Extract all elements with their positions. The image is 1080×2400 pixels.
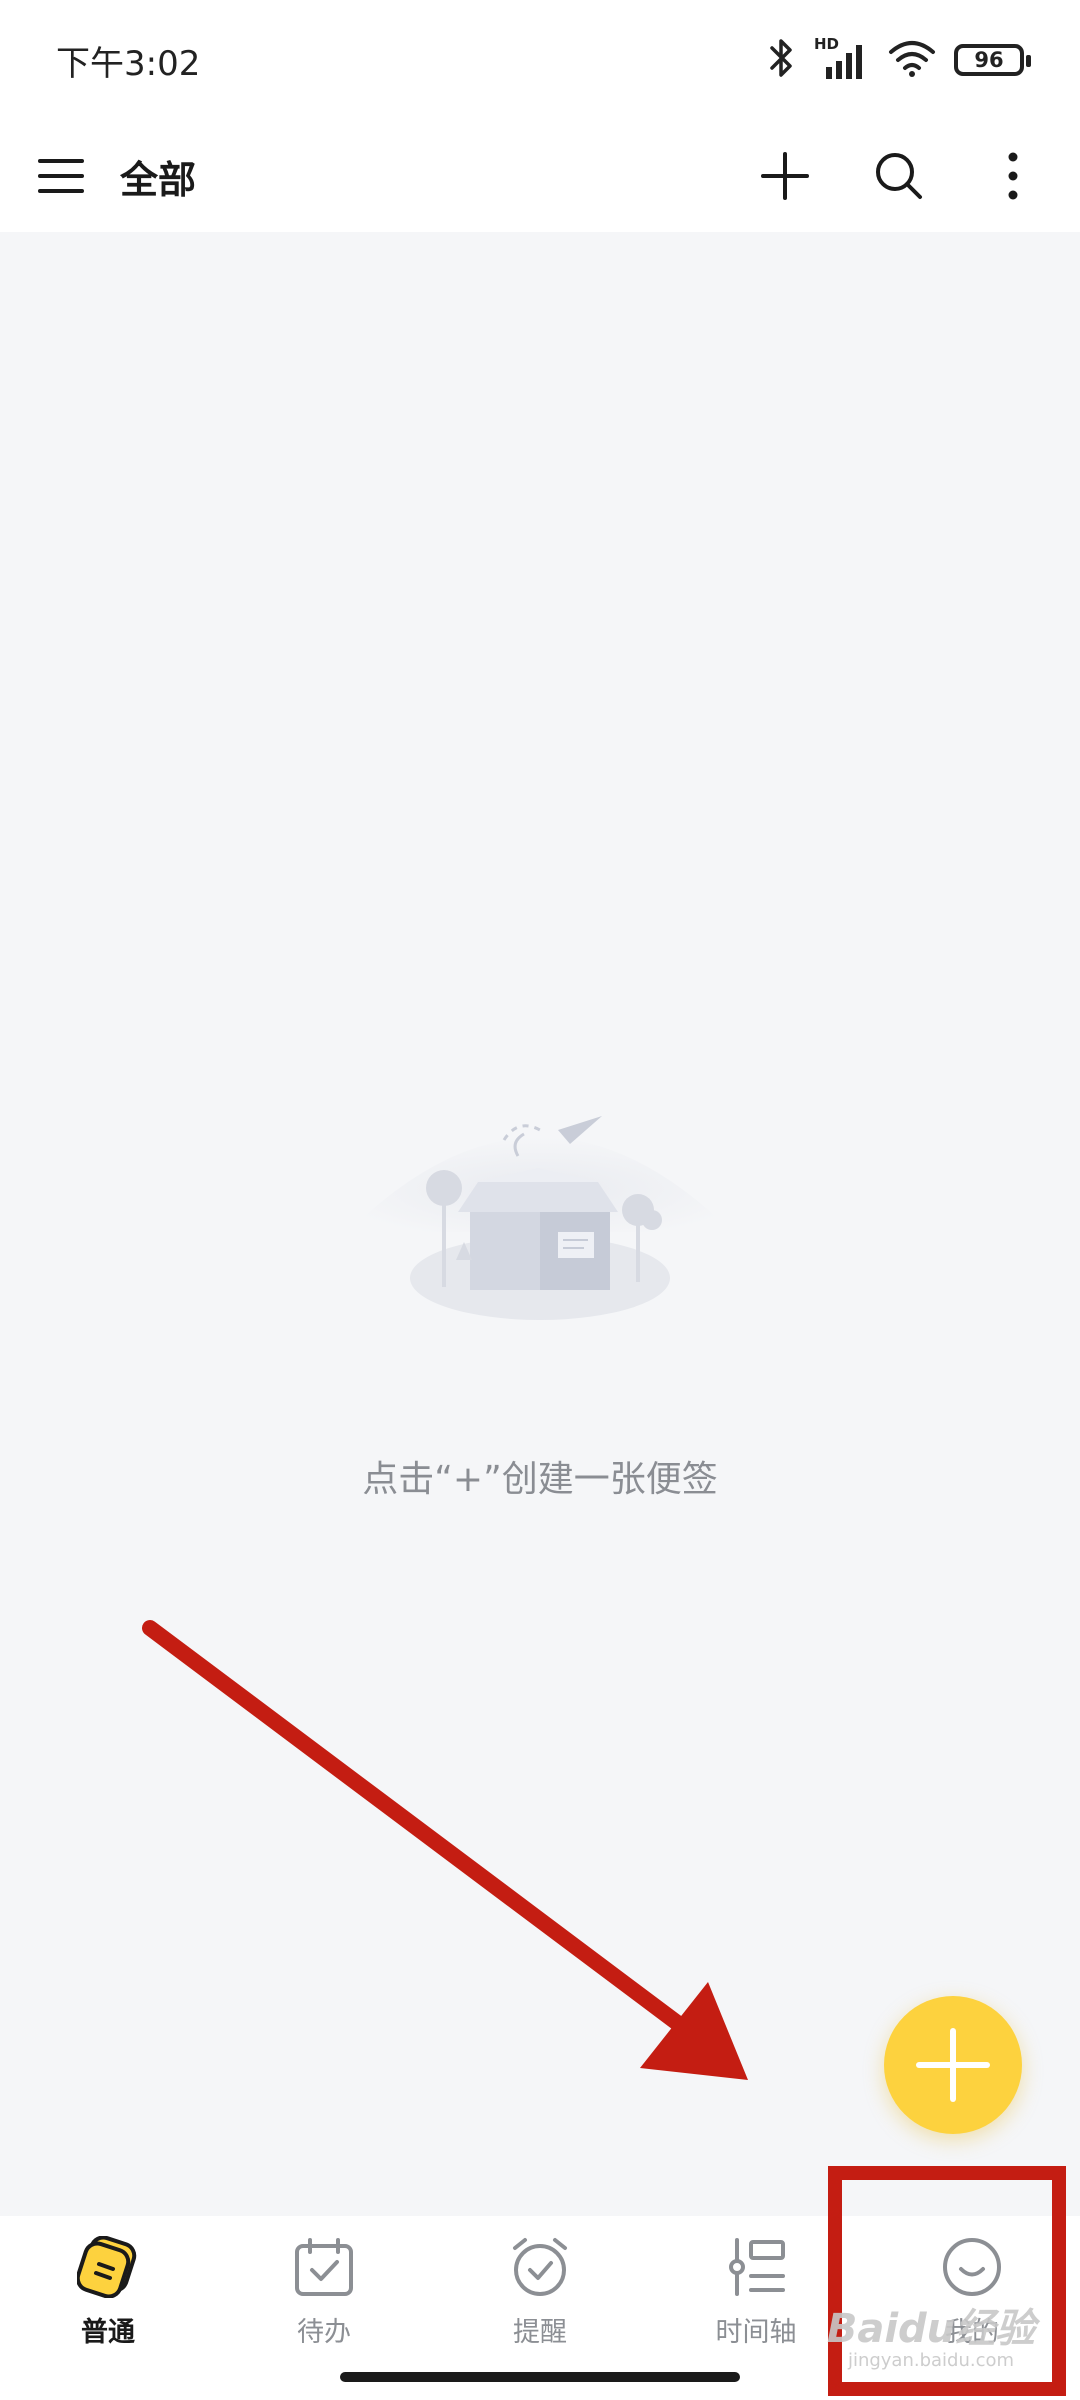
search-button[interactable] (872, 149, 926, 203)
menu-icon (38, 159, 84, 193)
timeline-icon (725, 2236, 787, 2298)
smiley-icon (941, 2236, 1003, 2298)
status-bar: 下午3:02 HD 96 (0, 0, 1080, 120)
nav-label: 待办 (297, 2317, 351, 2348)
battery-level: 96 (974, 48, 1004, 72)
nav-label: 我的 (945, 2317, 999, 2348)
more-vertical-icon (1008, 152, 1018, 200)
notes-list-area: 点击“+”创建一张便签 (0, 232, 1080, 2216)
nav-label: 普通 (81, 2317, 135, 2348)
nav-label: 提醒 (513, 2317, 567, 2348)
nav-item-mine[interactable]: 我的 (864, 2216, 1080, 2366)
search-icon (876, 153, 922, 199)
empty-box-illustration (348, 1072, 732, 1372)
status-time: 下午3:02 (56, 43, 201, 84)
calendar-check-icon (293, 2236, 355, 2298)
more-options-button[interactable] (986, 149, 1040, 203)
page-title: 全部 (120, 157, 197, 202)
note-icon (77, 2236, 139, 2298)
app-screen: 下午3:02 HD 96 全部 点击“+”创建一张便签 普通 待办 提醒 时间轴… (0, 0, 1080, 2400)
bluetooth-icon (766, 37, 796, 83)
empty-state-message: 点击“+”创建一张便签 (362, 1459, 718, 1500)
app-bar-actions (758, 149, 1040, 203)
plus-icon (761, 152, 809, 200)
signal-icon: HD (814, 35, 870, 83)
add-note-button[interactable] (758, 149, 812, 203)
nav-label: 时间轴 (715, 2317, 797, 2348)
battery-icon: 96 (954, 44, 1031, 76)
app-bar: 全部 (0, 120, 1080, 232)
nav-item-todo[interactable]: 待办 (216, 2216, 432, 2366)
alarm-clock-icon (509, 2236, 571, 2298)
plus-icon (916, 2028, 990, 2102)
nav-item-normal[interactable]: 普通 (0, 2216, 216, 2366)
nav-item-timeline[interactable]: 时间轴 (648, 2216, 864, 2366)
nav-item-reminder[interactable]: 提醒 (432, 2216, 648, 2366)
status-icons: HD 96 (766, 35, 1031, 83)
menu-button[interactable] (36, 151, 86, 201)
home-indicator[interactable] (340, 2372, 740, 2382)
create-note-fab[interactable] (884, 1996, 1022, 2134)
wifi-icon (888, 39, 936, 81)
network-label: HD (814, 35, 840, 53)
